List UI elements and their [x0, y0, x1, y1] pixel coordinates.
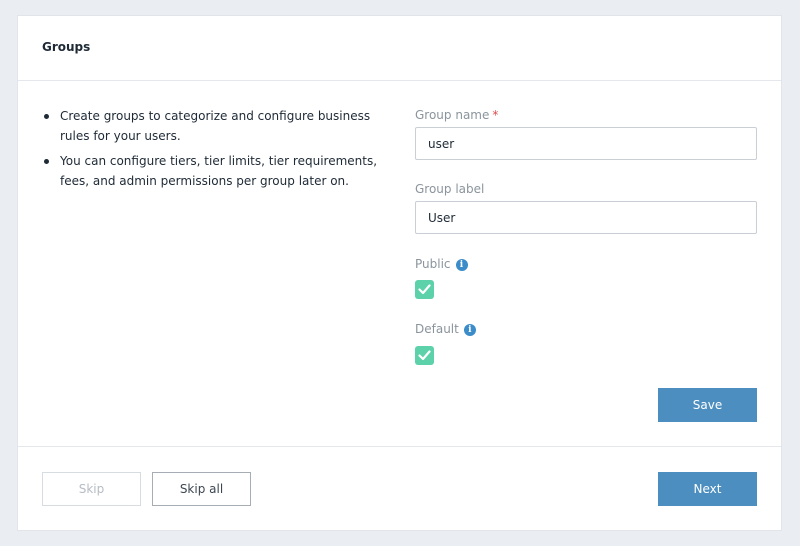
public-checkbox[interactable]	[415, 280, 434, 299]
public-label: Public i	[415, 257, 468, 271]
default-label-text: Default	[415, 322, 459, 336]
info-text: You can configure tiers, tier limits, ti…	[60, 154, 378, 188]
bullet-icon	[44, 114, 49, 119]
skip-all-button[interactable]: Skip all	[152, 472, 251, 506]
page-title: Groups	[42, 40, 91, 54]
default-label: Default i	[415, 322, 476, 336]
bullet-icon	[44, 159, 49, 164]
skip-button[interactable]: Skip	[42, 472, 141, 506]
checkmark-icon	[418, 350, 431, 361]
required-marker: *	[492, 108, 499, 122]
group-name-input[interactable]	[415, 127, 757, 160]
checkmark-icon	[418, 284, 431, 295]
list-item: You can configure tiers, tier limits, ti…	[42, 151, 392, 191]
info-list: Create groups to categorize and configur…	[42, 106, 392, 196]
card-body: Create groups to categorize and configur…	[18, 81, 781, 447]
default-checkbox[interactable]	[415, 346, 434, 365]
next-button[interactable]: Next	[658, 472, 757, 506]
group-label-label-text: Group label	[415, 182, 485, 196]
group-label-input[interactable]	[415, 201, 757, 234]
groups-card: Groups Create groups to categorize and c…	[17, 15, 782, 531]
info-text: Create groups to categorize and configur…	[60, 109, 371, 143]
group-name-label: Group name *	[415, 108, 498, 122]
public-label-text: Public	[415, 257, 451, 271]
group-name-label-text: Group name	[415, 108, 490, 122]
info-icon[interactable]: i	[463, 324, 476, 336]
card-header: Groups	[18, 16, 781, 81]
info-icon[interactable]: i	[455, 259, 468, 271]
save-button[interactable]: Save	[658, 388, 757, 422]
group-label-label: Group label	[415, 182, 484, 196]
list-item: Create groups to categorize and configur…	[42, 106, 392, 146]
